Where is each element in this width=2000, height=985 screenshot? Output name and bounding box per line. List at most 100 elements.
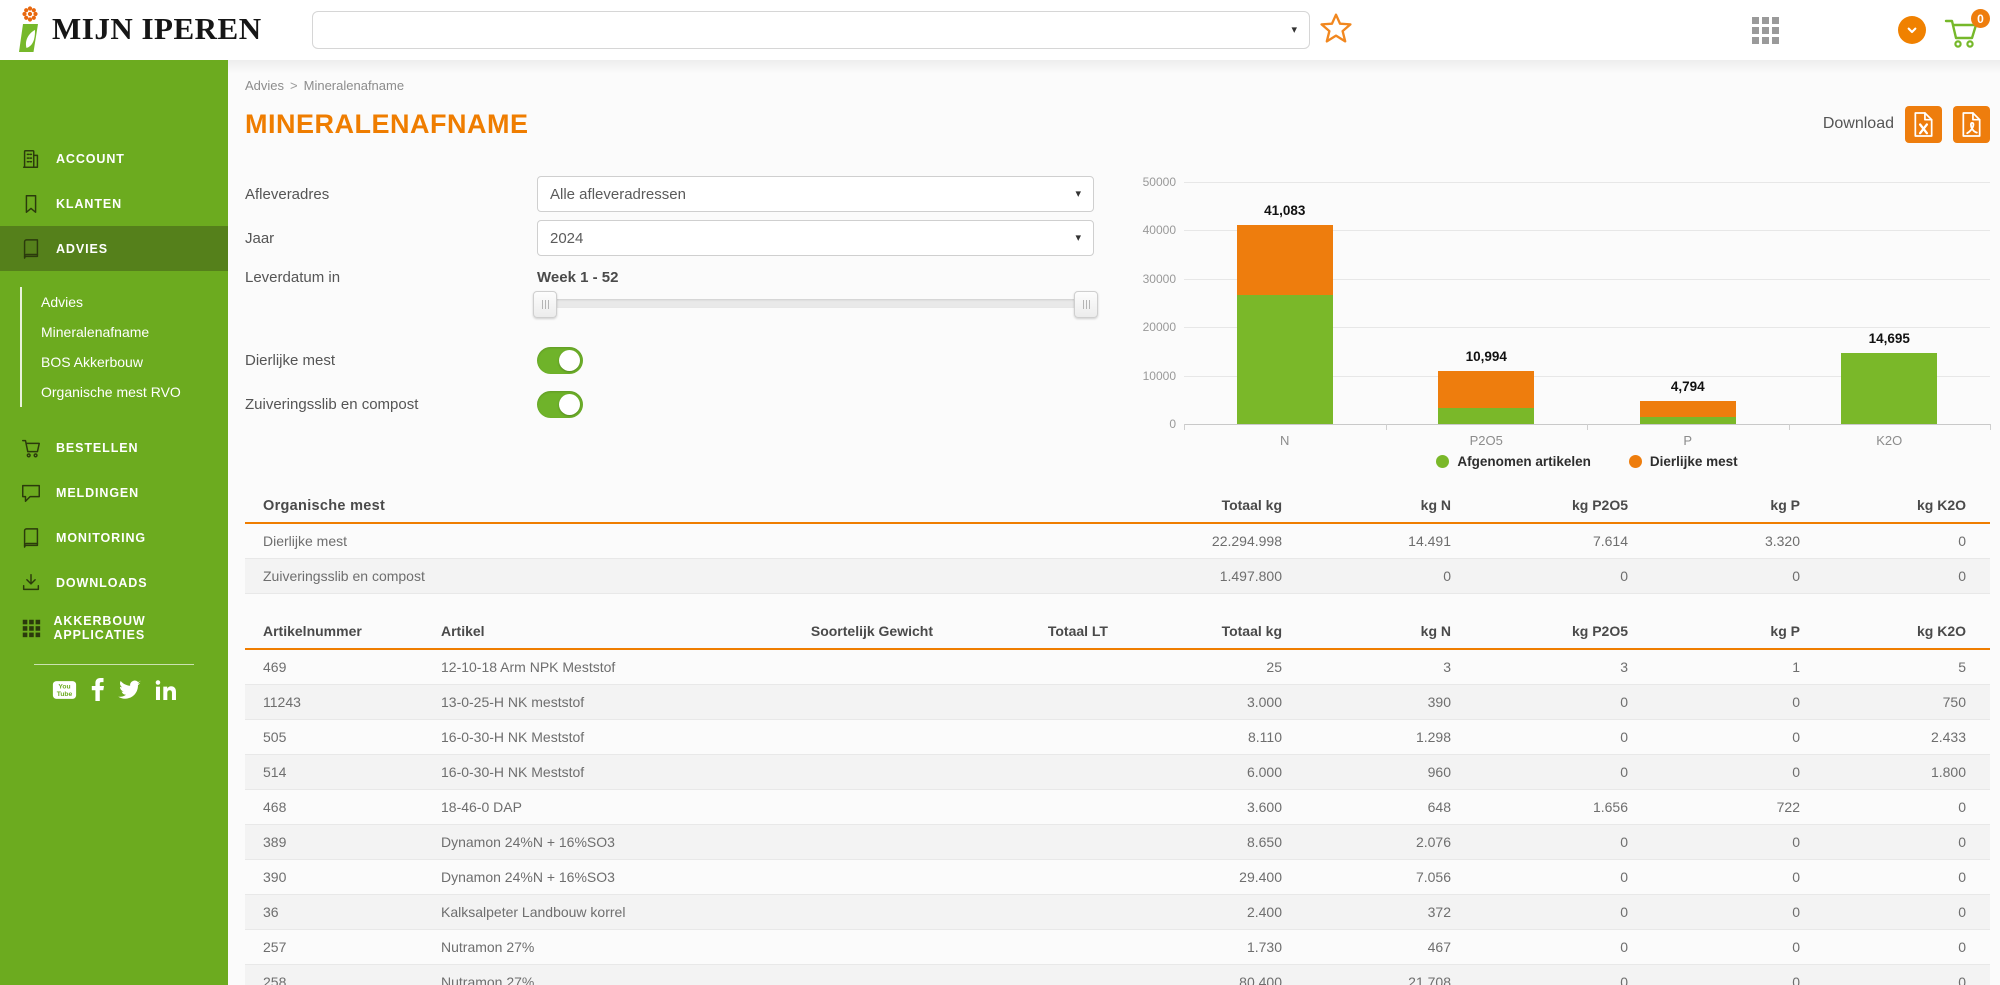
table-row-artikel-389: 389Dynamon 24%N + 16%SO38.6502.076000 (245, 825, 1990, 860)
sidebar-item-monitoring[interactable]: MONITORING (0, 515, 228, 560)
column-header-kg-p: kg P (1652, 488, 1824, 523)
account-chevron-button[interactable] (1898, 16, 1926, 44)
sidebar-item-meldingen[interactable]: MELDINGEN (0, 470, 228, 515)
sidebar-subitem-bos-akkerbouw[interactable]: BOS Akkerbouw (41, 347, 228, 377)
table-cell: 469 (245, 649, 423, 685)
slider-handle-end[interactable] (1074, 291, 1098, 318)
table-cell: 0 (1824, 523, 1990, 559)
table-cell: 14.491 (1306, 523, 1475, 559)
bar-segment-afgenomen-artikelen (1640, 417, 1736, 424)
table-cell: 390 (245, 860, 423, 895)
table-cell (957, 755, 1132, 790)
table-cell: Kalksalpeter Landbouw korrel (423, 895, 707, 930)
chart-legend: Afgenomen artikelenDierlijke mest (1184, 454, 1990, 469)
grid-icon (20, 617, 53, 639)
table-row-artikel-257: 257Nutramon 27%1.730467000 (245, 930, 1990, 965)
table-cell: 0 (1652, 860, 1824, 895)
sidebar-item-label: BESTELLEN (56, 441, 138, 455)
table-cell (957, 895, 1132, 930)
cart-button[interactable]: 0 (1944, 15, 1988, 51)
social-links: You Tube (0, 678, 228, 701)
table-cell: 3.320 (1652, 523, 1824, 559)
company-select[interactable]: ▾ (312, 11, 1310, 49)
table-cell: 0 (1652, 559, 1824, 594)
table-cell: 25 (1132, 649, 1306, 685)
logo[interactable]: MIJN IPEREN (14, 6, 262, 52)
breadcrumb-advies[interactable]: Advies (245, 78, 284, 93)
breadcrumb: Advies>Mineralenafname (245, 78, 1990, 96)
sidebar-item-account[interactable]: ACCOUNT (0, 136, 228, 181)
leverdatum-label: Leverdatum in (245, 269, 537, 286)
sidebar-divider (34, 664, 194, 665)
table-cell: 5 (1824, 649, 1990, 685)
filters-panel: Afleveradres Alle afleveradressen ▾ Jaar… (245, 170, 1095, 422)
table-cell: 505 (245, 720, 423, 755)
twitter-icon[interactable] (118, 680, 141, 699)
sidebar-item-advies[interactable]: ADVIES (0, 226, 228, 271)
column-header-soortelijk-gewicht: Soortelijk Gewicht (707, 614, 957, 649)
sidebar-item-label: ACCOUNT (56, 152, 125, 166)
linkedin-icon[interactable] (155, 680, 176, 700)
sidebar-item-label: MONITORING (56, 531, 146, 545)
download-pdf-button[interactable] (1953, 106, 1990, 143)
table-cell (957, 720, 1132, 755)
table-cell: 8.110 (1132, 720, 1306, 755)
jaar-select[interactable]: 2024 ▾ (537, 220, 1094, 256)
table-cell: 0 (1652, 895, 1824, 930)
table-cell: 6.000 (1132, 755, 1306, 790)
iperen-flower-icon (14, 6, 46, 52)
table-cell: 722 (1652, 790, 1824, 825)
table-cell: 0 (1475, 720, 1652, 755)
table-row-artikel-390: 390Dynamon 24%N + 16%SO329.4007.056000 (245, 860, 1990, 895)
sidebar-item-bestellen[interactable]: BESTELLEN (0, 425, 228, 470)
sidebar-item-klanten[interactable]: KLANTEN (0, 181, 228, 226)
apps-grid-icon[interactable] (1752, 17, 1779, 44)
afleveradres-select[interactable]: Alle afleveradressen ▾ (537, 176, 1094, 212)
table-cell (957, 825, 1132, 860)
x-axis-tick (1789, 424, 1790, 430)
table-cell: Dynamon 24%N + 16%SO3 (423, 860, 707, 895)
table-cell (707, 965, 957, 985)
table-cell: 0 (1652, 720, 1824, 755)
table-cell (707, 755, 957, 790)
table-cell: 389 (245, 825, 423, 860)
table-cell (707, 685, 957, 720)
table-cell (707, 649, 957, 685)
table-cell: 0 (1652, 685, 1824, 720)
sidebar-subitem-mineralenafname[interactable]: Mineralenafname (41, 317, 228, 347)
book-icon (20, 527, 56, 549)
table-cell: 11243 (245, 685, 423, 720)
download-icon (20, 572, 56, 594)
bar-total-label: 41,083 (1207, 203, 1363, 218)
dierlijke-mest-toggle[interactable] (537, 347, 583, 374)
table-row-artikel-505: 50516-0-30-H NK Meststof8.1101.298002.43… (245, 720, 1990, 755)
legend-dot (1436, 455, 1449, 468)
sidebar-item-label: ADVIES (56, 242, 108, 256)
x-axis-category-label: P (1587, 433, 1789, 448)
pdf-file-icon (1961, 112, 1982, 137)
sidebar-subitem-advies[interactable]: Advies (41, 287, 228, 317)
table-cell: 0 (1652, 755, 1824, 790)
table-cell: 21.708 (1306, 965, 1475, 985)
x-axis-tick (1386, 424, 1387, 430)
favorite-star-icon[interactable] (1320, 12, 1352, 44)
sidebar-item-label: KLANTEN (56, 197, 122, 211)
download-excel-button[interactable] (1905, 106, 1942, 143)
sidebar-nav: ACCOUNT KLANTEN ADVIES AdviesMineralenafnam… (0, 60, 228, 650)
youtube-icon[interactable]: You Tube (52, 680, 77, 700)
jaar-label: Jaar (245, 230, 537, 247)
table-cell: 468 (245, 790, 423, 825)
table-cell: 0 (1475, 930, 1652, 965)
column-header-kg-p2o5: kg P2O5 (1475, 488, 1652, 523)
table-cell: 258 (245, 965, 423, 985)
sidebar-subitem-organische-mest-rvo[interactable]: Organische mest RVO (41, 377, 228, 407)
week-range-slider[interactable] (537, 299, 1094, 308)
sidebar-item-downloads[interactable]: DOWNLOADS (0, 560, 228, 605)
zuiveringsslib-toggle[interactable] (537, 391, 583, 418)
table-row-dierlijke-mest: Dierlijke mest22.294.99814.4917.6143.320… (245, 523, 1990, 559)
main-content: Advies>Mineralenafname MINERALENAFNAME D… (228, 60, 2000, 985)
facebook-icon[interactable] (91, 678, 104, 701)
table-cell: 1.656 (1475, 790, 1652, 825)
slider-handle-start[interactable] (533, 291, 557, 318)
sidebar-item-akkerbouw-applicaties[interactable]: AKKERBOUW APPLICATIES (0, 605, 228, 650)
